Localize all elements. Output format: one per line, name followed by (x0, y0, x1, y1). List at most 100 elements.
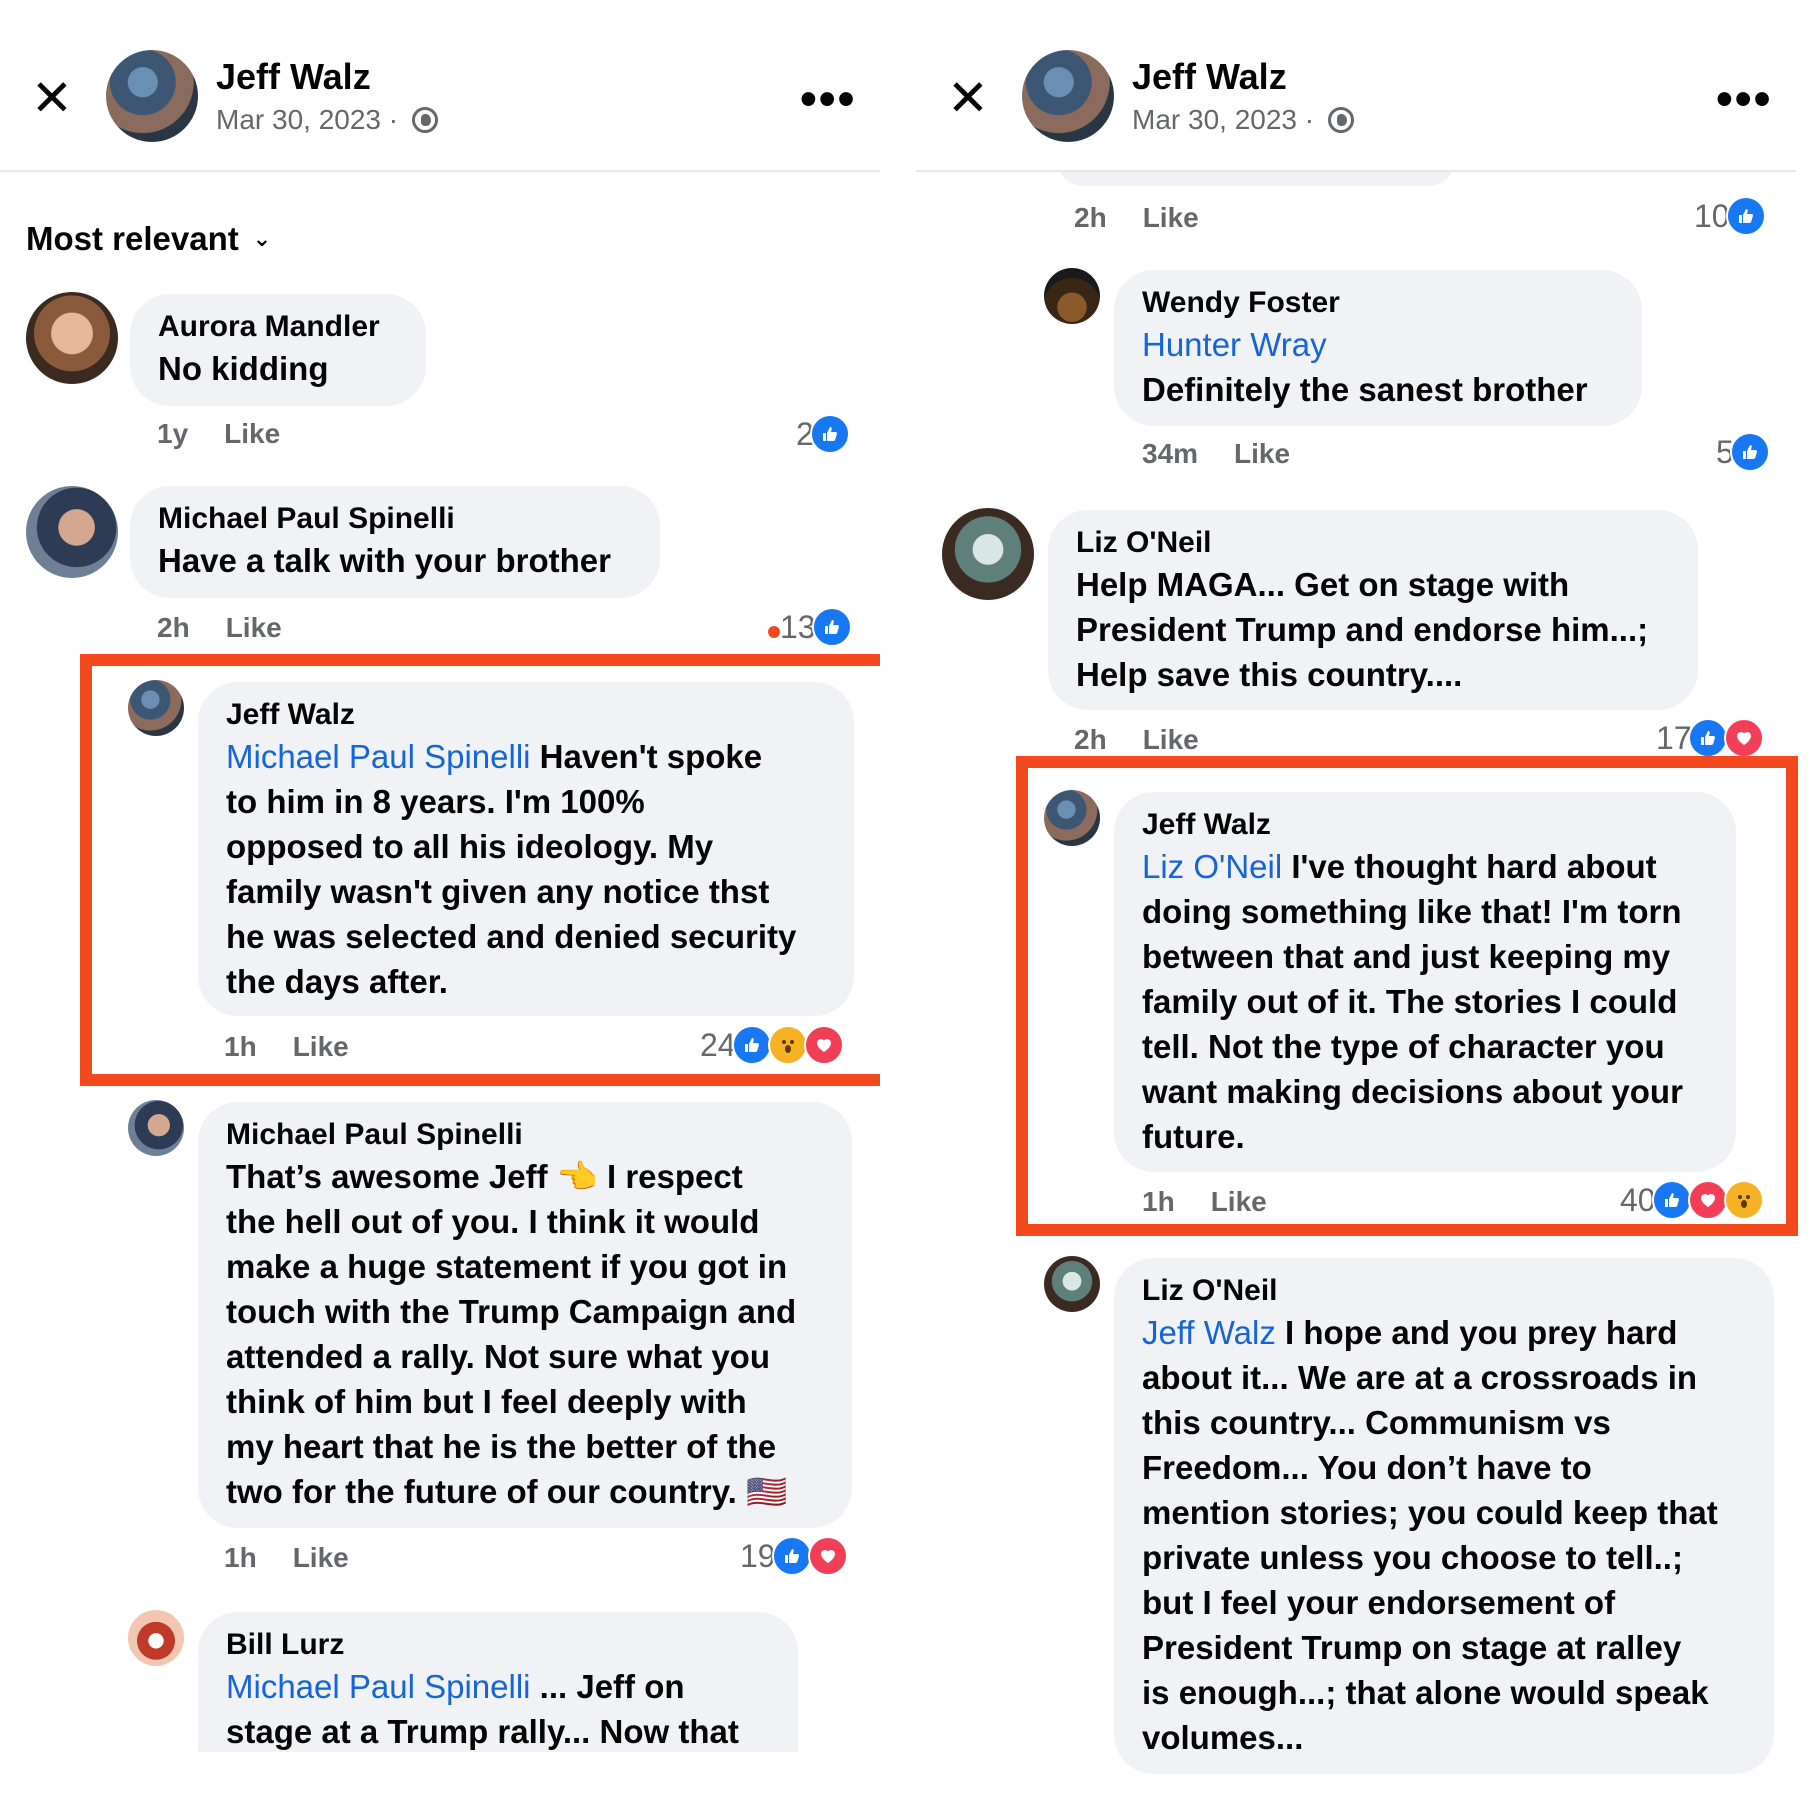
reaction-summary[interactable]: 24 (700, 1025, 844, 1065)
post-date: Mar 30, 2023 · (1132, 104, 1354, 136)
like-button[interactable]: Like (224, 418, 280, 449)
commenter-name[interactable]: Michael Paul Spinelli (226, 1116, 824, 1154)
sort-dropdown[interactable]: Most relevant ⌄ (26, 220, 271, 258)
reaction-summary[interactable]: 13 (780, 607, 852, 647)
reaction-count: 24 (700, 1026, 736, 1063)
author-avatar[interactable] (106, 50, 198, 142)
commenter-name[interactable]: Bill Lurz (226, 1626, 770, 1664)
like-button[interactable]: Like (1234, 438, 1290, 469)
comment-meta: 34m Like (1142, 438, 1290, 470)
like-reaction-icon (809, 414, 850, 454)
comment-text: No kidding (158, 350, 329, 387)
commenter-name[interactable]: Michael Paul Spinelli (158, 500, 632, 538)
comment-text: That’s awesome Jeff 👈 I respect the hell… (226, 1158, 797, 1510)
comment-bubble: Jeff Walz Liz O'Neil I've thought hard a… (1114, 792, 1736, 1172)
love-reaction-icon (807, 1536, 848, 1576)
commenter-name[interactable]: Liz O'Neil (1076, 524, 1670, 562)
left-screenshot-panel: ✕ Jeff Walz Mar 30, 2023 · ••• Most rele… (0, 0, 880, 1819)
love-reaction-icon (1723, 718, 1764, 758)
mention-link[interactable]: Michael Paul Spinelli (226, 738, 531, 775)
commenter-name[interactable]: Aurora Mandler (158, 308, 398, 346)
comment-bubble: Liz O'Neil Jeff Walz I hope and you prey… (1114, 1258, 1774, 1774)
author-name[interactable]: Jeff Walz (216, 56, 371, 98)
reaction-summary[interactable]: 5 (1716, 432, 1770, 472)
avatar[interactable] (128, 1610, 184, 1666)
comment-time: 1y (157, 418, 189, 449)
reaction-count: 13 (780, 608, 816, 645)
like-button[interactable]: Like (1143, 202, 1199, 233)
comment-time: 1h (224, 1542, 257, 1573)
right-screenshot-panel: ✕ Jeff Walz Mar 30, 2023 · ••• 2h Like 10… (916, 0, 1819, 1819)
avatar[interactable] (1044, 268, 1100, 324)
like-reaction-icon (1725, 196, 1766, 236)
mention-link[interactable]: Liz O'Neil (1142, 848, 1282, 885)
like-button[interactable]: Like (1211, 1186, 1267, 1217)
reaction-summary[interactable]: 10 (1694, 196, 1766, 236)
avatar[interactable] (1044, 1256, 1100, 1312)
comment-time: 2h (1074, 724, 1107, 755)
like-button[interactable]: Like (293, 1542, 349, 1573)
comment-bubble: Aurora Mandler No kidding (130, 294, 426, 406)
like-button[interactable]: Like (1143, 724, 1199, 755)
bottom-crop (0, 1752, 880, 1819)
comment-text: Michael Paul Spinelli ... Jeff on stage … (226, 1668, 739, 1750)
comment-text: Jeff Walz I hope and you prey hard about… (1142, 1314, 1718, 1756)
commenter-name[interactable]: Liz O'Neil (1142, 1272, 1746, 1310)
love-reaction-icon (803, 1025, 844, 1065)
comment-bubble: Michael Paul Spinelli That’s awesome Jef… (198, 1102, 852, 1528)
comment-meta: 2h Like (157, 612, 282, 644)
post-header: ✕ Jeff Walz Mar 30, 2023 · ••• (916, 0, 1796, 172)
reaction-summary[interactable]: 19 (740, 1536, 848, 1576)
author-avatar[interactable] (1022, 50, 1114, 142)
annotation-dot (768, 626, 780, 638)
comment-time: 1h (1142, 1186, 1175, 1217)
author-name[interactable]: Jeff Walz (1132, 56, 1287, 98)
comment-text: Liz O'Neil I've thought hard about doing… (1142, 848, 1683, 1155)
reaction-count: 17 (1656, 719, 1692, 756)
like-reaction-icon (1687, 718, 1728, 758)
avatar[interactable] (26, 292, 118, 384)
wow-reaction-icon (1723, 1180, 1764, 1220)
more-options-icon[interactable]: ••• (1716, 72, 1772, 127)
mention-link[interactable]: Michael Paul Spinelli (226, 1668, 531, 1705)
panel-divider (880, 0, 916, 1819)
commenter-name[interactable]: Jeff Walz (1142, 806, 1708, 844)
avatar[interactable] (26, 486, 118, 578)
like-reaction-icon (811, 607, 852, 647)
comment-bubble: Jeff Walz Michael Paul Spinelli Haven't … (198, 682, 854, 1016)
close-icon[interactable]: ✕ (946, 73, 990, 123)
reaction-summary[interactable]: 40 (1620, 1180, 1764, 1220)
comment-time: 2h (157, 612, 190, 643)
post-header: ✕ Jeff Walz Mar 30, 2023 · ••• (0, 0, 880, 172)
mention-link[interactable]: Jeff Walz (1142, 1314, 1276, 1351)
comment-meta: 1h Like (1142, 1186, 1267, 1218)
mention-link[interactable]: Hunter Wray (1142, 326, 1327, 363)
like-button[interactable]: Like (226, 612, 282, 643)
like-button[interactable]: Like (293, 1031, 349, 1062)
avatar[interactable] (1044, 790, 1100, 846)
comment-bubble: Michael Paul Spinelli Have a talk with y… (130, 486, 660, 598)
comment-time: 1h (224, 1031, 257, 1062)
comment-meta: 1y Like (157, 418, 280, 450)
love-reaction-icon (1687, 1180, 1728, 1220)
avatar[interactable] (942, 508, 1034, 600)
comment-text: Have a talk with your brother (158, 542, 611, 579)
reaction-summary[interactable]: 17 (1656, 718, 1764, 758)
avatar[interactable] (128, 1100, 184, 1156)
comment-meta: 1h Like (224, 1031, 349, 1063)
avatar[interactable] (128, 680, 184, 736)
comment-text: Definitely the sanest brother (1142, 371, 1588, 408)
reaction-summary[interactable]: 2 (796, 414, 850, 454)
wow-reaction-icon (767, 1025, 808, 1065)
comment-text: Michael Paul Spinelli Haven't spoke to h… (226, 738, 797, 1000)
commenter-name[interactable]: Wendy Foster (1142, 284, 1614, 322)
like-reaction-icon (1729, 432, 1770, 472)
comment-meta: 2h Like (1074, 202, 1199, 234)
comment-time: 2h (1074, 202, 1107, 233)
close-icon[interactable]: ✕ (30, 73, 74, 123)
like-reaction-icon (731, 1025, 772, 1065)
globe-icon (411, 107, 438, 133)
comment-time: 34m (1142, 438, 1199, 469)
commenter-name[interactable]: Jeff Walz (226, 696, 826, 734)
more-options-icon[interactable]: ••• (800, 72, 856, 127)
